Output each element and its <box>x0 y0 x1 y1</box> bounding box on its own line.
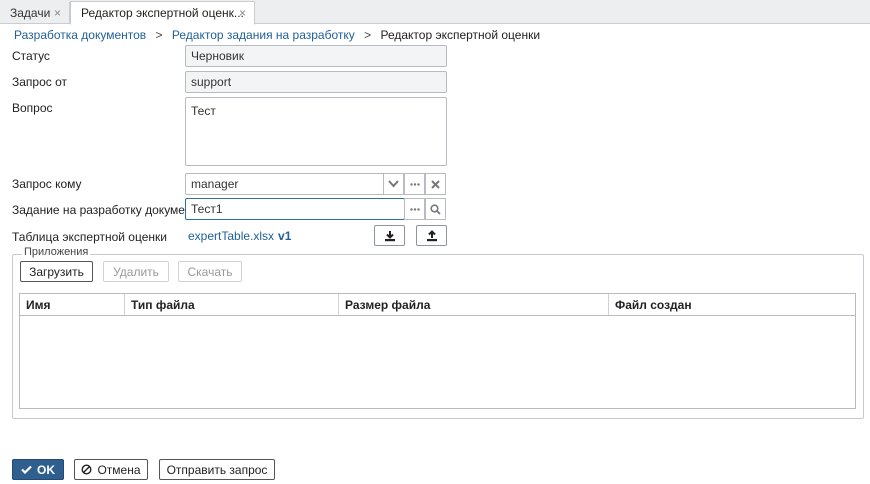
expert-table-version: v1 <box>278 229 292 243</box>
request-to-input[interactable]: manager <box>185 173 384 195</box>
tab-expert-editor-label: Редактор экспертной оценк... <box>81 6 244 20</box>
more-icon[interactable] <box>404 198 425 220</box>
tab-tasks-label: Задачи <box>10 6 51 20</box>
ok-label: OK <box>37 462 55 477</box>
breadcrumb-link-task-editor[interactable]: Редактор задания на разработку <box>172 28 355 42</box>
breadcrumb: Разработка документов > Редактор задания… <box>14 28 540 42</box>
task-label: Задание на разработку документа <box>12 203 204 217</box>
breadcrumb-separator: > <box>155 28 163 42</box>
breadcrumb-separator: > <box>364 28 372 42</box>
upload-icon <box>426 229 437 241</box>
delete-attachment-button[interactable]: Удалить <box>103 261 169 282</box>
expert-table-filename[interactable]: expertTable.xlsx <box>188 229 274 243</box>
question-label: Вопрос <box>12 101 53 115</box>
column-header-name[interactable]: Имя <box>20 294 125 315</box>
column-header-size[interactable]: Размер файла <box>339 294 609 315</box>
chevron-down-icon[interactable] <box>383 173 404 195</box>
cancel-button[interactable]: Отмена <box>74 459 148 480</box>
request-from-label: Запрос от <box>12 75 68 89</box>
download-button[interactable] <box>374 225 405 246</box>
ok-button[interactable]: OK <box>12 459 64 480</box>
task-input[interactable]: Тест1 <box>185 198 405 220</box>
upload-attachment-button[interactable]: Загрузить <box>20 261 93 282</box>
request-to-label: Запрос кому <box>12 177 82 191</box>
table-header: Имя Тип файла Размер файла Файл создан <box>20 294 855 316</box>
expert-table-label: Таблица экспертной оценки <box>12 230 167 244</box>
download-icon <box>384 230 395 241</box>
status-field: Черновик <box>185 45 447 67</box>
expert-table-link[interactable]: expertTable.xlsx v1 <box>188 229 291 243</box>
close-icon[interactable]: × <box>239 6 246 20</box>
close-icon[interactable]: × <box>54 6 61 20</box>
send-request-button[interactable]: Отправить запрос <box>159 459 275 480</box>
tab-bar: Задачи × Редактор экспертной оценк... × <box>0 0 870 25</box>
download-attachment-button[interactable]: Скачать <box>178 261 242 282</box>
send-request-label: Отправить запрос <box>166 462 268 477</box>
status-label: Статус <box>12 49 50 63</box>
breadcrumb-current: Редактор экспертной оценки <box>380 28 541 42</box>
tab-expert-editor[interactable]: Редактор экспертной оценк... × <box>70 1 255 25</box>
question-textarea[interactable]: Тест <box>185 97 447 166</box>
column-header-type[interactable]: Тип файла <box>125 294 339 315</box>
search-icon[interactable] <box>425 198 446 220</box>
column-header-created[interactable]: Файл создан <box>609 294 855 315</box>
breadcrumb-link-documents[interactable]: Разработка документов <box>14 28 146 42</box>
tab-tasks[interactable]: Задачи × <box>0 2 70 24</box>
upload-button[interactable] <box>416 225 447 246</box>
attachments-legend: Приложения <box>22 246 91 258</box>
cancel-icon <box>81 464 92 475</box>
attachments-table: Имя Тип файла Размер файла Файл создан <box>19 293 856 409</box>
check-icon <box>21 465 32 474</box>
cancel-label: Отмена <box>97 462 141 477</box>
request-from-field: support <box>185 71 447 93</box>
more-icon[interactable] <box>404 173 425 195</box>
clear-icon[interactable] <box>425 173 446 195</box>
